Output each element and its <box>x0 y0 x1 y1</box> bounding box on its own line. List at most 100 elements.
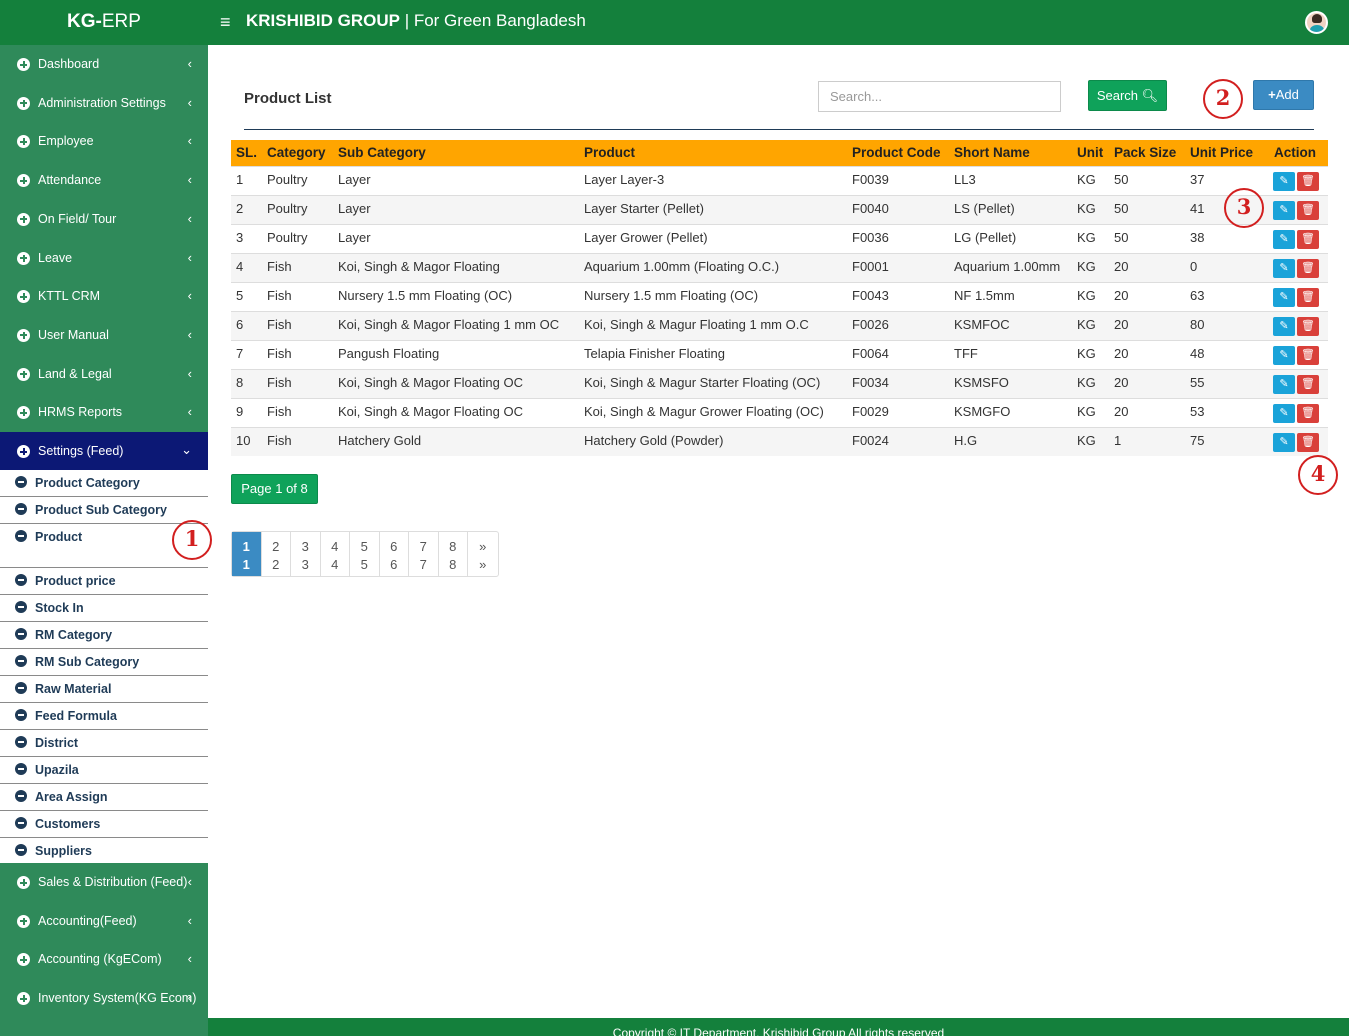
pagination-page-5[interactable]: 55 <box>350 532 380 576</box>
delete-button[interactable]: 🗑︎ <box>1297 171 1319 191</box>
pagination-page-1[interactable]: 11 <box>232 532 262 576</box>
submenu-item-district[interactable]: District <box>0 730 208 757</box>
submenu-item-stock-in[interactable]: Stock In <box>0 595 208 622</box>
cell-sl: 10 <box>231 426 263 456</box>
table-row: 9 Fish Koi, Singh & Magor Floating OC Koi, … <box>231 397 1328 427</box>
sidebar-item-attendance[interactable]: Attendance ‹ <box>0 161 208 200</box>
pagination-page-2[interactable]: 22 <box>262 532 291 576</box>
edit-button[interactable]: ✎ <box>1273 200 1295 220</box>
cell-sub-category: Layer <box>333 223 580 253</box>
pagination-page-6[interactable]: 66 <box>380 532 409 576</box>
cell-product: Telapia Finisher Floating <box>579 339 848 369</box>
col-header-category: Category <box>262 140 334 166</box>
edit-button[interactable]: ✎ <box>1273 287 1295 307</box>
edit-button[interactable]: ✎ <box>1273 403 1295 423</box>
cell-pack-size: 20 <box>1109 339 1186 369</box>
submenu-item-product-category[interactable]: Product Category <box>0 470 208 497</box>
cell-sl: 7 <box>231 339 263 369</box>
sidebar-item-leave[interactable]: Leave ‹ <box>0 239 208 278</box>
sidebar-item-user-manual[interactable]: User Manual ‹ <box>0 316 208 355</box>
sidebar-item-hrms-reports[interactable]: HRMS Reports ‹ <box>0 393 208 432</box>
sidebar-item-inventory-system[interactable]: Inventory System(KG Ecom) ‹ <box>0 979 208 1018</box>
submenu-item-rm-sub-category[interactable]: RM Sub Category <box>0 649 208 676</box>
minus-circle-icon <box>15 790 27 802</box>
edit-button[interactable]: ✎ <box>1273 374 1295 394</box>
chevron-left-icon: ‹ <box>187 404 192 420</box>
delete-button[interactable]: 🗑︎ <box>1297 403 1319 423</box>
sidebar-item-sales-distribution-feed[interactable]: Sales & Distribution (Feed) ‹ <box>0 863 208 902</box>
edit-button[interactable]: ✎ <box>1273 258 1295 278</box>
cell-category: Fish <box>262 252 334 282</box>
edit-icon: ✎ <box>1279 319 1289 332</box>
cell-pack-size: 50 <box>1109 194 1186 224</box>
cell-product-code: F0039 <box>847 165 950 195</box>
chevron-left-icon: ‹ <box>187 56 192 71</box>
pagination-page-7[interactable]: 77 <box>409 532 439 576</box>
sidebar-item-accounting-kgecom[interactable]: Accounting (KgECom) ‹ <box>0 940 208 979</box>
plus-circle-icon <box>17 96 30 110</box>
edit-button[interactable]: ✎ <box>1273 171 1295 191</box>
add-button[interactable]: +Add <box>1253 80 1314 110</box>
sidebar-item-administration-settings[interactable]: Administration Settings ‹ <box>0 84 208 123</box>
cell-sl: 6 <box>231 310 263 340</box>
delete-button[interactable]: 🗑︎ <box>1297 316 1319 336</box>
edit-button[interactable]: ✎ <box>1273 316 1295 336</box>
cell-product: Aquarium 1.00mm (Floating O.C.) <box>579 252 848 282</box>
delete-button[interactable]: 🗑︎ <box>1297 229 1319 249</box>
delete-button[interactable]: 🗑︎ <box>1297 287 1319 307</box>
pagination-label: 4 <box>331 539 339 554</box>
sidebar-item-employee[interactable]: Employee ‹ <box>0 122 208 161</box>
cell-short-name: NF 1.5mm <box>949 281 1073 311</box>
submenu-item-feed-formula[interactable]: Feed Formula <box>0 703 208 730</box>
pagination-page-4[interactable]: 44 <box>321 532 350 576</box>
plus-circle-icon <box>17 174 30 188</box>
submenu-item-customers[interactable]: Customers <box>0 811 208 838</box>
brand-logo[interactable]: KG-ERP <box>0 0 208 45</box>
cell-product-code: F0043 <box>847 281 950 311</box>
edit-button[interactable]: ✎ <box>1273 229 1295 249</box>
annotation-marker-1: 1 <box>172 520 212 560</box>
sidebar-item-accounting-feed[interactable]: Accounting(Feed) ‹ <box>0 902 208 941</box>
pagination-page-8[interactable]: 88 <box>439 532 468 576</box>
cell-category: Fish <box>262 397 334 427</box>
submenu-item-area-assign[interactable]: Area Assign <box>0 784 208 811</box>
cell-product-code: F0064 <box>847 339 950 369</box>
sidebar-item-land-legal[interactable]: Land & Legal ‹ <box>0 355 208 394</box>
delete-button[interactable]: 🗑︎ <box>1297 432 1319 452</box>
submenu-item-product-sub-category[interactable]: Product Sub Category <box>0 497 208 524</box>
sidebar-item-dashboard[interactable]: Dashboard ‹ <box>0 45 208 84</box>
cell-unit-price: 75 <box>1185 426 1263 456</box>
cell-short-name: LS (Pellet) <box>949 194 1073 224</box>
submenu-item-product-price[interactable]: Product price <box>0 568 208 595</box>
delete-button[interactable]: 🗑︎ <box>1297 258 1319 278</box>
cell-product: Hatchery Gold (Powder) <box>579 426 848 456</box>
pagination-page-3[interactable]: 33 <box>291 532 321 576</box>
search-input[interactable] <box>818 81 1061 112</box>
user-avatar[interactable] <box>1305 11 1328 34</box>
cell-product-code: F0034 <box>847 368 950 398</box>
delete-button[interactable]: 🗑︎ <box>1297 200 1319 220</box>
submenu-item-rm-category[interactable]: RM Category <box>0 622 208 649</box>
menu-toggle-icon[interactable]: ≡ <box>220 12 231 32</box>
submenu-item-suppliers[interactable]: Suppliers <box>0 838 208 865</box>
table-row: 10 Fish Hatchery Gold Hatchery Gold (Powder… <box>231 426 1328 456</box>
cell-pack-size: 20 <box>1109 281 1186 311</box>
submenu-item-upazila[interactable]: Upazila <box>0 757 208 784</box>
edit-icon: ✎ <box>1279 203 1289 216</box>
cell-pack-size: 20 <box>1109 397 1186 427</box>
cell-unit: KG <box>1072 165 1110 195</box>
sidebar-item-kttl-crm[interactable]: KTTL CRM ‹ <box>0 277 208 316</box>
minus-circle-icon <box>15 709 27 721</box>
cell-unit-price: 38 <box>1185 223 1263 253</box>
pagination-next[interactable]: »» <box>468 532 498 576</box>
search-button[interactable]: Search 🔍︎ <box>1088 80 1167 111</box>
delete-button[interactable]: 🗑︎ <box>1297 374 1319 394</box>
edit-button[interactable]: ✎ <box>1273 432 1295 452</box>
edit-button[interactable]: ✎ <box>1273 345 1295 365</box>
delete-button[interactable]: 🗑︎ <box>1297 345 1319 365</box>
col-header-product: Product <box>579 140 848 166</box>
sidebar-item-on-field-tour[interactable]: On Field/ Tour ‹ <box>0 200 208 239</box>
sidebar-item-settings-feed[interactable]: Settings (Feed) ⌄ <box>0 432 208 471</box>
submenu-item-raw-material[interactable]: Raw Material <box>0 676 208 703</box>
product-table: SL. Category Sub Category Product Produc… <box>231 140 1328 456</box>
